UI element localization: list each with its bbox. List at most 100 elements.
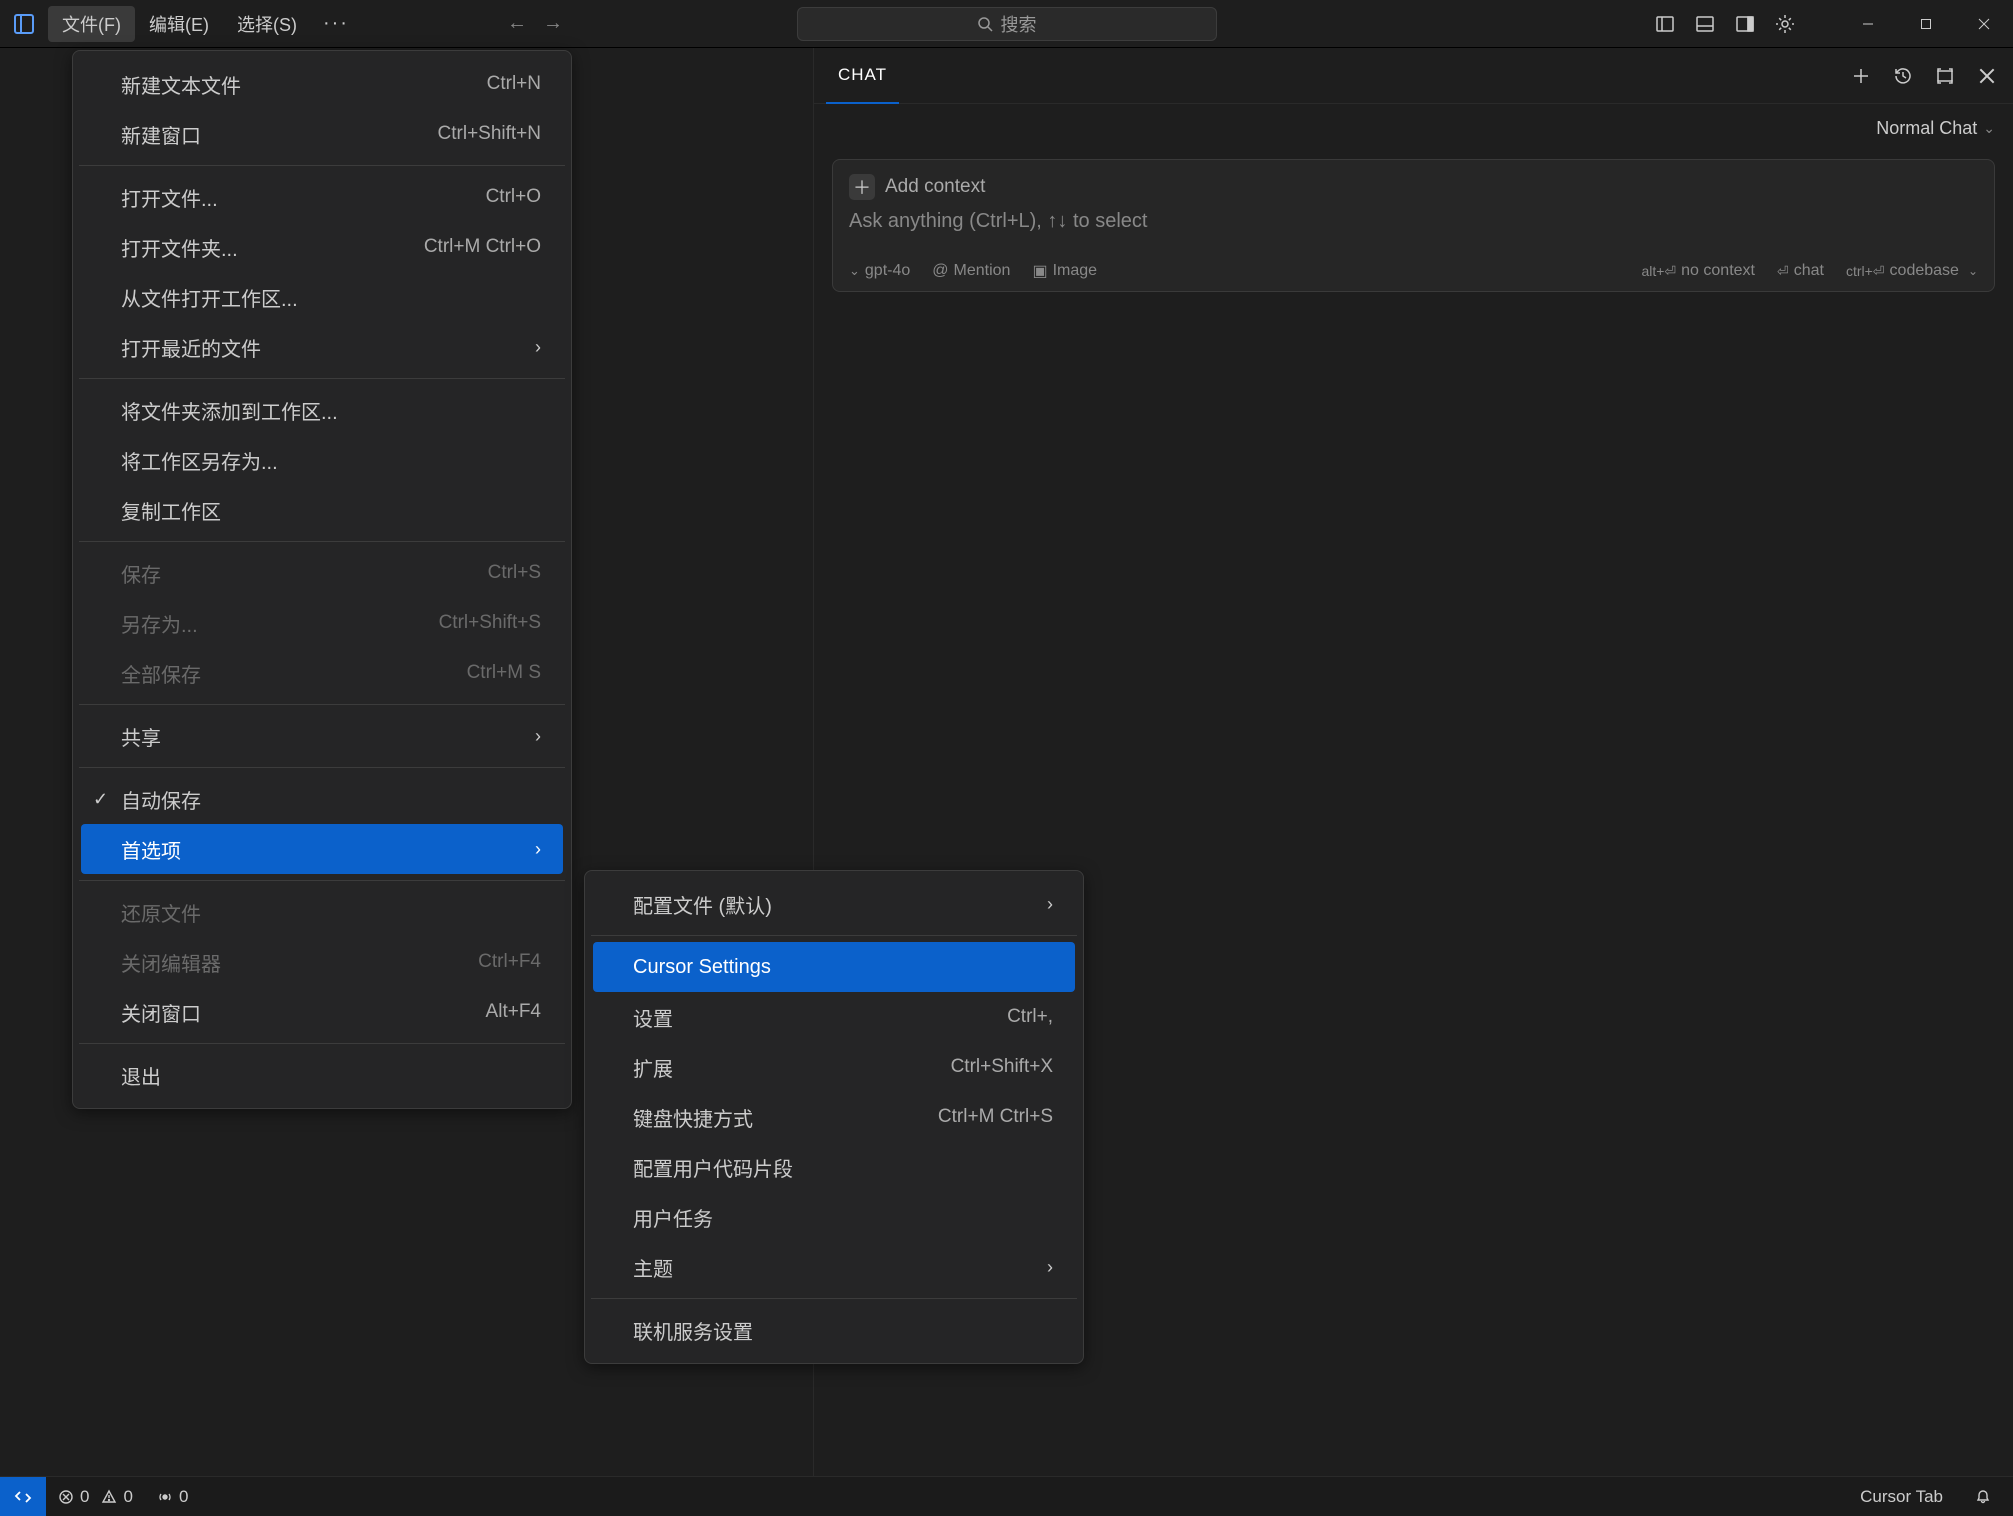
chevron-right-icon: › — [1047, 894, 1053, 915]
menu-item-cursor-settings[interactable]: Cursor Settings — [593, 942, 1075, 992]
menu-separator — [79, 378, 565, 379]
menu-item-add-folder-to-workspace[interactable]: 将文件夹添加到工作区... — [79, 385, 565, 435]
image-button[interactable]: ▣Image — [1032, 261, 1097, 281]
menu-item-open-folder[interactable]: 打开文件夹...Ctrl+M Ctrl+O — [79, 222, 565, 272]
menu-item-exit[interactable]: 退出 — [79, 1050, 565, 1100]
search-box[interactable]: 搜索 — [797, 7, 1217, 41]
menu-item-theme[interactable]: 主题› — [591, 1242, 1077, 1292]
nav-back-icon[interactable]: ← — [501, 8, 533, 40]
preferences-submenu: 配置文件 (默认)› Cursor Settings 设置Ctrl+, 扩展Ct… — [584, 870, 1084, 1364]
title-actions — [1647, 6, 1803, 42]
menu-item-share[interactable]: 共享› — [79, 711, 565, 761]
menu-item-profiles[interactable]: 配置文件 (默认)› — [591, 879, 1077, 929]
menu-edit[interactable]: 编辑(E) — [135, 6, 223, 42]
maximize-icon[interactable] — [1897, 0, 1955, 48]
mention-button[interactable]: @Mention — [932, 262, 1010, 280]
history-icon[interactable] — [1889, 62, 1917, 90]
menu-separator — [79, 1043, 565, 1044]
window-controls — [1839, 0, 2013, 48]
menu-item-open-recent[interactable]: 打开最近的文件› — [79, 322, 565, 372]
warning-icon — [101, 1489, 117, 1505]
menu-select[interactable]: 选择(S) — [223, 6, 311, 42]
menu-item-revert-file: 还原文件 — [79, 887, 565, 937]
chat-mode-label: Normal Chat — [1876, 118, 1977, 139]
chevron-right-icon: › — [535, 726, 541, 747]
hint-codebase: ctrl+⏎codebase⌄ — [1846, 262, 1978, 280]
menu-item-close-window[interactable]: 关闭窗口Alt+F4 — [79, 987, 565, 1037]
menu-separator — [79, 704, 565, 705]
menu-item-open-workspace-from-file[interactable]: 从文件打开工作区... — [79, 272, 565, 322]
radio-icon — [157, 1489, 173, 1505]
menu-item-new-text-file[interactable]: 新建文本文件Ctrl+N — [79, 59, 565, 109]
panel-bottom-icon[interactable] — [1687, 6, 1723, 42]
remote-button[interactable] — [0, 1477, 46, 1516]
add-context-label: Add context — [885, 176, 985, 198]
chevron-right-icon: › — [535, 337, 541, 358]
panel-right-icon[interactable] — [1727, 6, 1763, 42]
chat-mode-selector[interactable]: Normal Chat ⌄ — [1876, 118, 1995, 139]
chat-mode-row: Normal Chat ⌄ — [814, 104, 2013, 149]
menu-separator — [79, 880, 565, 881]
menu-item-preferences[interactable]: 首选项› — [81, 824, 563, 874]
chat-tabs-row: CHAT — [814, 48, 2013, 104]
close-panel-icon[interactable] — [1973, 62, 2001, 90]
menu-item-online-services[interactable]: 联机服务设置 — [591, 1305, 1077, 1355]
check-icon: ✓ — [93, 789, 108, 810]
image-icon: ▣ — [1032, 261, 1047, 281]
menu-separator — [79, 767, 565, 768]
menu-item-save-as: 另存为...Ctrl+Shift+S — [79, 598, 565, 648]
chat-prompt-placeholder: Ask anything (Ctrl+L), ↑↓ to select — [849, 210, 1978, 233]
problems-button[interactable]: 0 0 — [46, 1487, 145, 1507]
chat-tab-actions — [1847, 62, 2001, 90]
menu-item-user-tasks[interactable]: 用户任务 — [591, 1192, 1077, 1242]
menu-separator — [591, 935, 1077, 936]
new-chat-icon[interactable] — [1847, 62, 1875, 90]
panel-left-icon[interactable] — [1647, 6, 1683, 42]
menu-item-save-all: 全部保存Ctrl+M S — [79, 648, 565, 698]
ports-count: 0 — [179, 1487, 188, 1507]
menu-separator — [591, 1298, 1077, 1299]
chevron-down-icon: ⌄ — [1983, 120, 1995, 137]
expand-icon[interactable] — [1931, 62, 1959, 90]
title-bar: 文件(F) 编辑(E) 选择(S) ··· ← → 搜索 — [0, 0, 2013, 48]
menu-separator — [79, 165, 565, 166]
menu-item-user-snippets[interactable]: 配置用户代码片段 — [591, 1142, 1077, 1192]
chevron-right-icon: › — [1047, 1257, 1053, 1278]
plus-icon: ＋ — [849, 174, 875, 200]
cursor-tab-button[interactable]: Cursor Tab — [1848, 1487, 1955, 1507]
search-icon — [977, 16, 993, 32]
menu-item-keyboard-shortcuts[interactable]: 键盘快捷方式Ctrl+M Ctrl+S — [591, 1092, 1077, 1142]
tab-chat[interactable]: CHAT — [826, 48, 899, 104]
add-context-button[interactable]: ＋ Add context — [849, 174, 1978, 200]
search-placeholder: 搜索 — [1001, 11, 1037, 37]
settings-gear-icon[interactable] — [1767, 6, 1803, 42]
hint-chat: ⏎chat — [1777, 262, 1824, 280]
close-icon[interactable] — [1955, 0, 2013, 48]
chat-input-box[interactable]: ＋ Add context Ask anything (Ctrl+L), ↑↓ … — [832, 159, 1995, 292]
file-menu-dropdown: 新建文本文件Ctrl+N 新建窗口Ctrl+Shift+N 打开文件...Ctr… — [72, 50, 572, 1109]
app-icon — [0, 0, 48, 48]
error-count: 0 — [80, 1487, 89, 1507]
menu-item-save: 保存Ctrl+S — [79, 548, 565, 598]
menu-file[interactable]: 文件(F) — [48, 6, 135, 42]
minimize-icon[interactable] — [1839, 0, 1897, 48]
nav-forward-icon[interactable]: → — [537, 8, 569, 40]
status-bar: 0 0 0 Cursor Tab — [0, 1476, 2013, 1516]
menu-more-icon[interactable]: ··· — [311, 12, 361, 35]
menu-item-open-file[interactable]: 打开文件...Ctrl+O — [79, 172, 565, 222]
nav-arrows: ← → — [501, 8, 569, 40]
chat-chips: ⌄gpt-4o @Mention ▣Image alt+⏎no context … — [849, 261, 1978, 281]
menubar: 文件(F) 编辑(E) 选择(S) ··· — [48, 0, 361, 47]
menu-item-duplicate-workspace[interactable]: 复制工作区 — [79, 485, 565, 535]
menu-item-extensions[interactable]: 扩展Ctrl+Shift+X — [591, 1042, 1077, 1092]
model-selector[interactable]: ⌄gpt-4o — [849, 262, 910, 280]
bell-icon[interactable] — [1963, 1489, 2003, 1505]
menu-item-close-editor: 关闭编辑器Ctrl+F4 — [79, 937, 565, 987]
menu-item-settings[interactable]: 设置Ctrl+, — [591, 992, 1077, 1042]
menu-item-save-workspace-as[interactable]: 将工作区另存为... — [79, 435, 565, 485]
warning-count: 0 — [123, 1487, 132, 1507]
ports-button[interactable]: 0 — [145, 1487, 200, 1507]
menu-item-autosave[interactable]: ✓自动保存 — [79, 774, 565, 824]
error-icon — [58, 1489, 74, 1505]
menu-item-new-window[interactable]: 新建窗口Ctrl+Shift+N — [79, 109, 565, 159]
